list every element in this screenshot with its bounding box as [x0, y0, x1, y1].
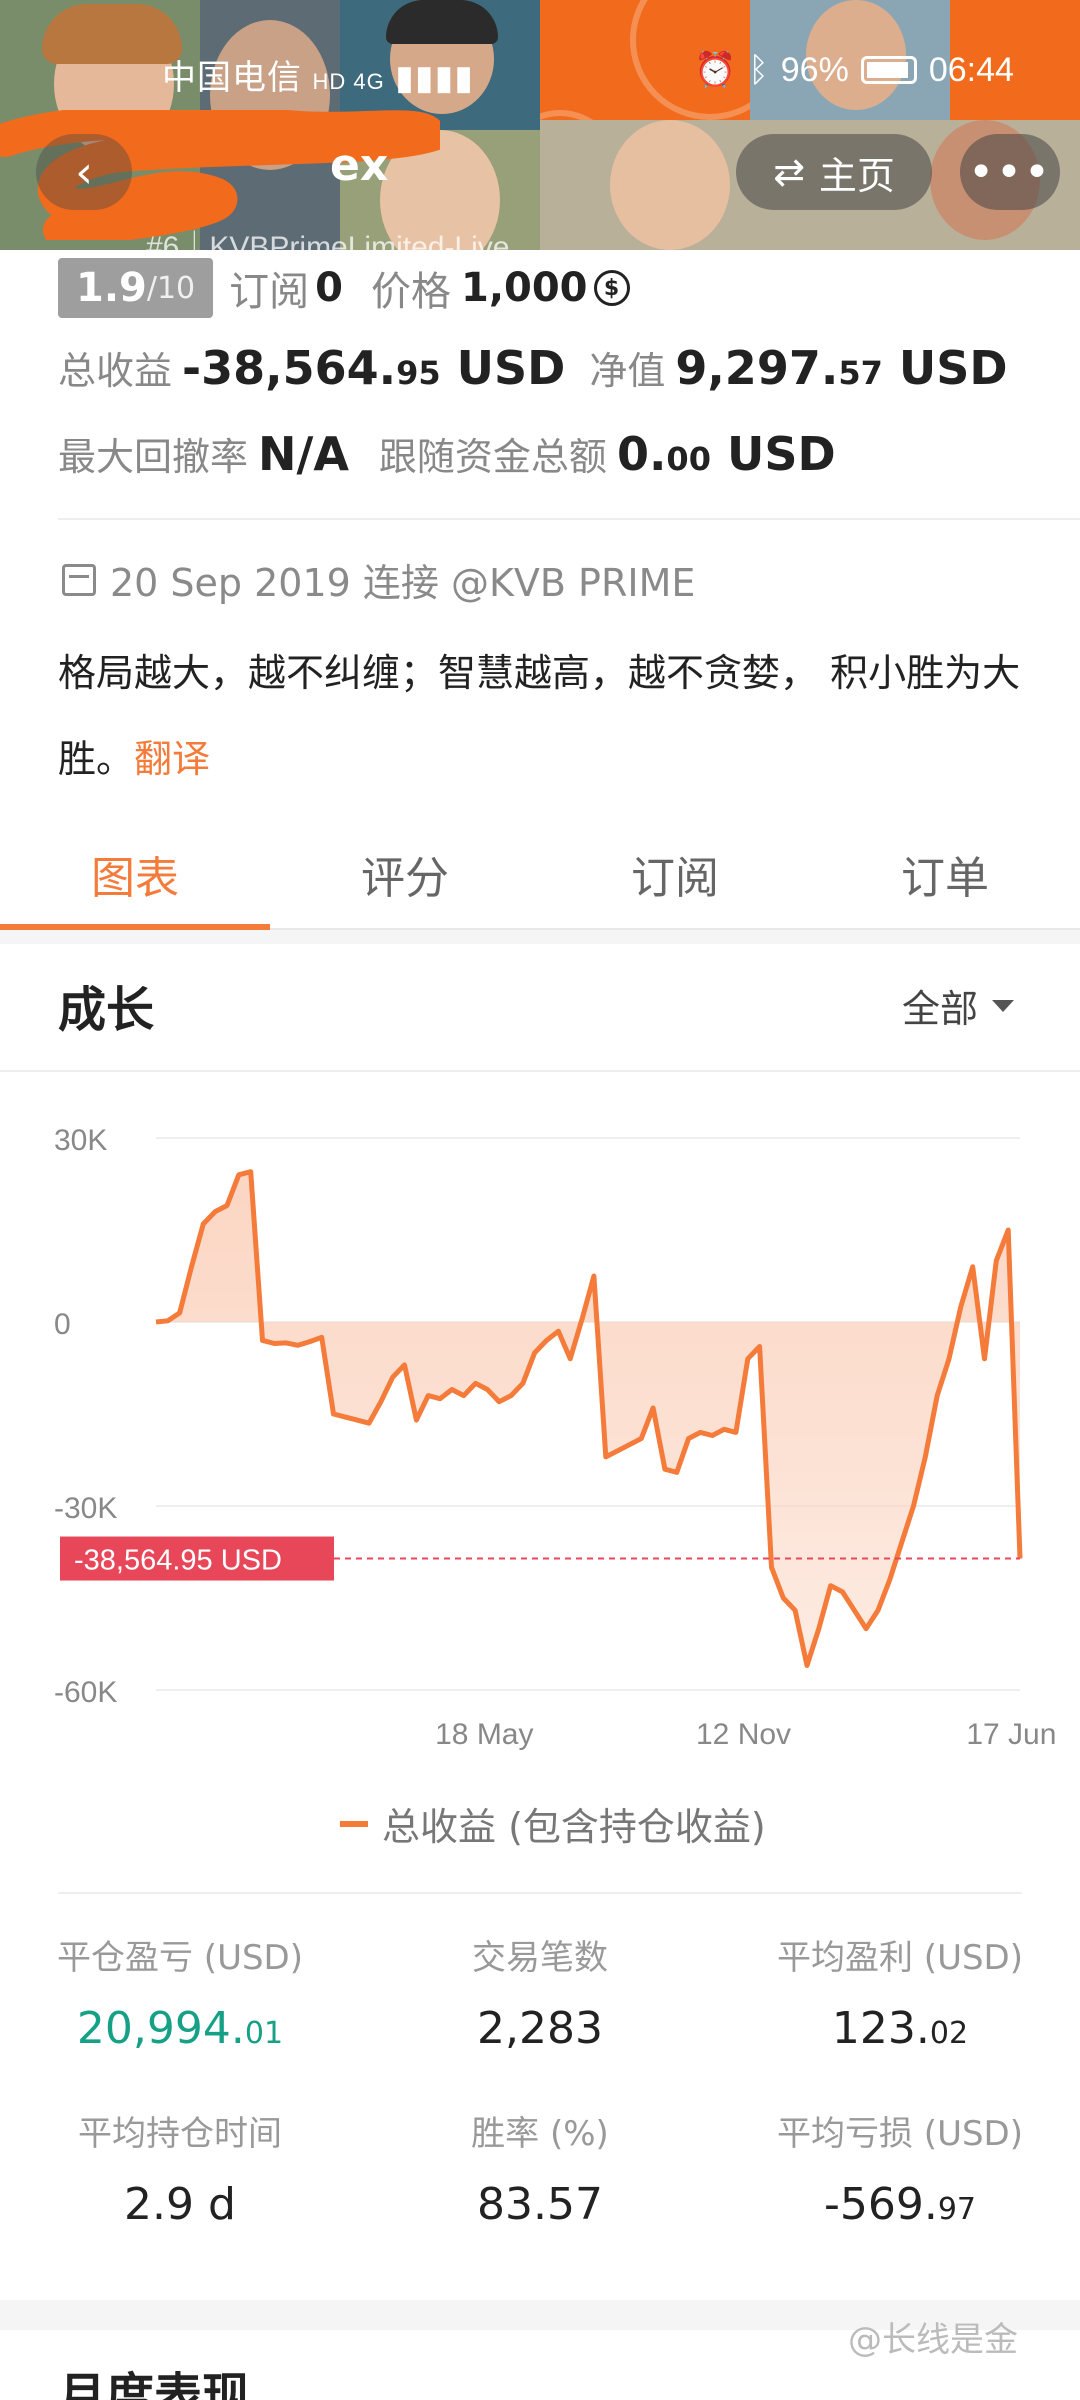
x-tick-label: 12 Nov	[696, 1718, 791, 1751]
tab-rating[interactable]: 评分	[270, 820, 540, 928]
more-options-button[interactable]: •••	[960, 134, 1060, 210]
status-right: ⏰ ᛒ 96% 06:44	[694, 50, 1014, 90]
home-button[interactable]: ⇄ 主页	[736, 134, 932, 210]
current-value-label: -38,564.95 USD	[74, 1545, 282, 1577]
trading-stats: 平仓盈亏 (USD) 20,994.01 交易笔数 2,283 平均盈利 (US…	[0, 1930, 1080, 2270]
tab-orders[interactable]: 订单	[810, 820, 1080, 928]
translate-link[interactable]: 翻译	[134, 737, 210, 781]
y-tick-label: -30K	[54, 1492, 117, 1525]
total-profit-label: 总收益	[58, 349, 173, 393]
alarm-icon: ⏰	[694, 51, 737, 89]
monthly-title: 月度表现	[58, 2368, 251, 2400]
subscribe-count: 0	[315, 265, 343, 311]
profit-row: 总收益 -38,564.95 USD 净值 9,297.57 USD	[58, 340, 1008, 395]
more-icon: •••	[968, 146, 1052, 198]
stat-average-profit: 平均盈利 (USD) 123.02	[777, 1938, 1023, 2054]
account-subtitle: #6｜KVBPrimeLimited-Live	[146, 231, 510, 250]
tab-chart[interactable]: 图表	[0, 820, 270, 930]
trader-profile-page: 中国电信 HD 4G ▮▮▮▮ ⏰ ᛒ 96% 06:44 ‹ ex ⇄ 主页 …	[0, 0, 1080, 2400]
divider	[58, 1892, 1022, 1894]
price-value: 1,000	[460, 265, 588, 311]
section-gap	[0, 930, 1080, 944]
price-label: 价格	[370, 269, 451, 315]
rating-badge: 1.9/10	[58, 258, 214, 318]
stat-win-rate: 胜率 (%) 83.57	[471, 2114, 609, 2230]
watermark: @长线是金	[848, 2320, 1018, 2360]
rating-row: 1.9/10 订阅 0 价格 1,000 $	[58, 258, 630, 318]
profile-tabs: 图表 评分 订阅 订单	[0, 820, 1080, 930]
period-filter-label: 全部	[902, 987, 979, 1031]
growth-chart[interactable]: 30K 0 -30K -60K 18 May 12 Nov 17 Jun -38,564.95…	[0, 1080, 1080, 1760]
stat-trade-count: 交易笔数 2,283	[472, 1938, 608, 2054]
max-drawdown-value: N/A	[258, 427, 349, 481]
chevron-left-icon: ‹	[75, 146, 93, 198]
y-tick-label: 0	[54, 1308, 71, 1341]
connection-date: 20 Sep 2019 连接 @KVB PRIME	[62, 552, 695, 607]
subscribe-label: 订阅	[229, 269, 310, 315]
back-button[interactable]: ‹	[36, 134, 132, 210]
clock-text: 06:44	[928, 50, 1014, 89]
y-tick-label: -60K	[54, 1676, 117, 1709]
x-tick-label: 17 Jun	[966, 1718, 1056, 1751]
follow-funds-label: 跟随资金总额	[378, 435, 607, 479]
x-tick-label: 18 May	[435, 1718, 533, 1751]
signal-icon: ▮▮▮▮	[395, 59, 474, 97]
battery-text: 96%	[780, 50, 849, 89]
legend-swatch	[340, 1820, 368, 1827]
y-tick-label: 30K	[54, 1124, 107, 1157]
trader-title: ex	[330, 140, 389, 191]
coin-icon: $	[593, 270, 630, 306]
battery-icon	[860, 56, 917, 84]
stat-average-loss: 平均亏损 (USD) -569.97	[777, 2114, 1023, 2230]
stat-average-hold-time: 平均持仓时间 2.9 d	[78, 2114, 282, 2230]
period-filter-dropdown[interactable]: 全部	[902, 978, 1015, 1033]
net-value: 9,297.57 USD	[675, 341, 1008, 395]
divider	[58, 518, 1080, 520]
growth-title: 成长	[58, 982, 155, 1038]
profile-banner: 中国电信 HD 4G ▮▮▮▮ ⏰ ᛒ 96% 06:44 ‹ ex ⇄ 主页 …	[0, 0, 1080, 250]
stat-closed-pnl: 平仓盈亏 (USD) 20,994.01	[57, 1938, 303, 2054]
carrier-text: 中国电信 HD 4G ▮▮▮▮	[162, 59, 474, 97]
follow-funds-value: 0.00 USD	[616, 427, 836, 481]
tab-subscribe[interactable]: 订阅	[540, 820, 810, 928]
legend-label: 总收益 (包含持仓收益)	[382, 1805, 766, 1849]
series-area	[156, 1171, 1020, 1666]
max-drawdown-label: 最大回撤率	[58, 435, 249, 479]
total-profit-value: -38,564.95 USD	[182, 341, 566, 395]
divider	[0, 1070, 1080, 1072]
dropdown-arrow-icon	[992, 999, 1015, 1012]
trader-bio: 格局越大，越不纠缠；智慧越高，越不贪婪， 积小胜为大胜。翻译	[58, 651, 1021, 781]
calendar-icon	[62, 563, 96, 596]
chart-legend: 总收益 (包含持仓收益)	[340, 1796, 766, 1851]
drawdown-row: 最大回撤率 N/A 跟随资金总额 0.00 USD	[58, 426, 836, 481]
status-bar: 中国电信 HD 4G ▮▮▮▮ ⏰ ᛒ 96% 06:44	[0, 40, 1080, 100]
home-label: 主页	[818, 153, 895, 198]
net-value-label: 净值	[589, 349, 666, 393]
swap-icon: ⇄	[773, 150, 805, 194]
bluetooth-icon: ᛒ	[748, 50, 769, 89]
